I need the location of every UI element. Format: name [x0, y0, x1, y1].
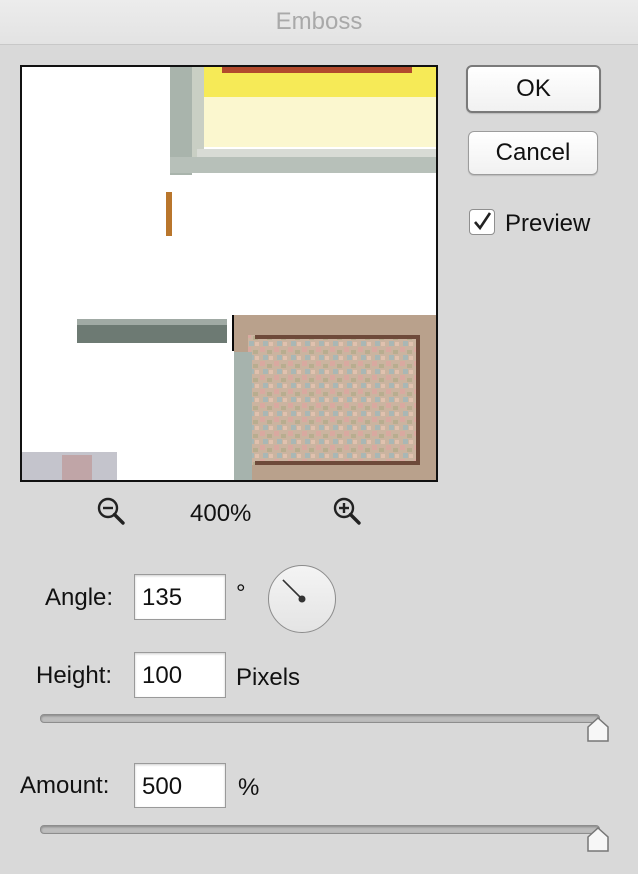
zoom-in-icon[interactable] — [332, 496, 362, 526]
preview-checkbox-label[interactable]: Preview — [505, 210, 590, 238]
ok-button[interactable]: OK — [466, 65, 601, 113]
height-label: Height: — [36, 662, 113, 689]
amount-slider-thumb[interactable] — [586, 826, 610, 854]
amount-slider-track[interactable] — [40, 825, 600, 834]
angle-dial-graphic — [282, 579, 306, 603]
window-title: Emboss — [0, 0, 638, 45]
amount-unit: % — [238, 774, 260, 801]
zoom-out-icon[interactable] — [96, 496, 126, 526]
filter-preview-image[interactable] — [20, 65, 438, 482]
angle-dial[interactable] — [268, 565, 336, 633]
cancel-button[interactable]: Cancel — [468, 131, 598, 175]
amount-field[interactable]: 500 — [134, 763, 226, 808]
height-slider-track[interactable] — [40, 714, 600, 723]
angle-unit: ° — [236, 580, 246, 607]
zoom-level: 400% — [190, 500, 252, 527]
amount-label: Amount: — [20, 772, 110, 799]
height-slider-thumb[interactable] — [586, 716, 610, 744]
height-field[interactable]: 100 — [134, 652, 226, 698]
preview-graphic — [22, 67, 436, 480]
angle-field[interactable]: 135 — [134, 574, 226, 620]
height-unit: Pixels — [236, 664, 301, 691]
checkmark-icon — [474, 212, 492, 231]
angle-label: Angle: — [45, 584, 114, 611]
preview-checkbox[interactable] — [469, 209, 495, 235]
